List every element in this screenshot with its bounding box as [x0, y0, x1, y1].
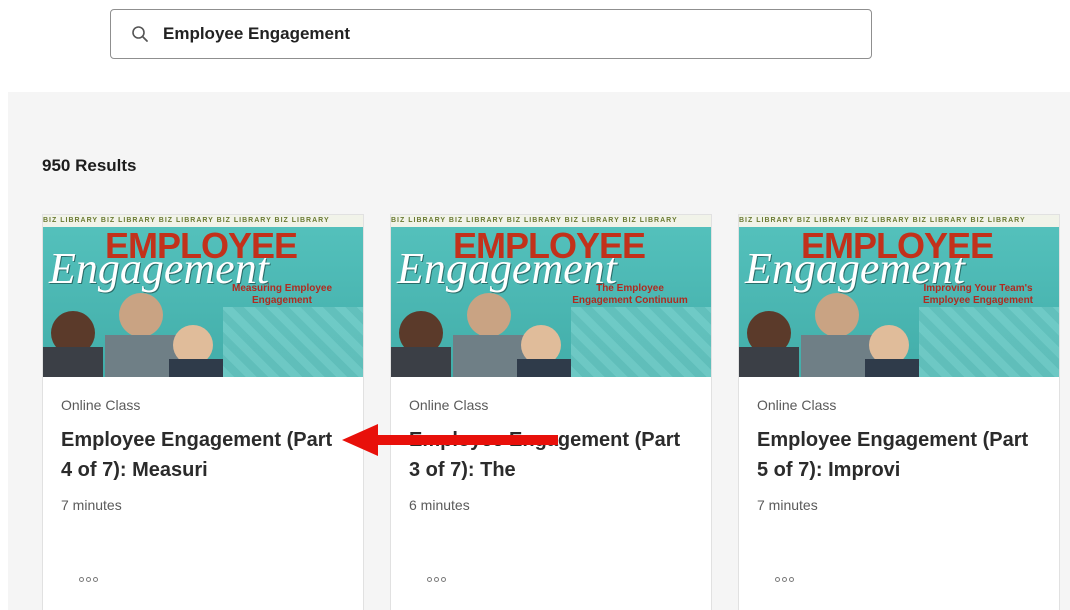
card-type: Online Class	[61, 397, 141, 413]
course-thumbnail[interactable]: BIZ LIBRARY BIZ LIBRARY BIZ LIBRARY BIZ …	[391, 215, 711, 377]
search-bar[interactable]	[110, 9, 872, 59]
card-title[interactable]: Employee Engagement (Part 5 of 7): Impro…	[757, 425, 1041, 485]
more-options-icon[interactable]	[775, 577, 794, 582]
annotation-arrow-icon	[342, 424, 558, 456]
thumbnail-big-text: EMPLOYEE	[105, 225, 298, 266]
title-fade	[961, 455, 1041, 485]
course-thumbnail[interactable]: BIZ LIBRARY BIZ LIBRARY BIZ LIBRARY BIZ …	[739, 215, 1059, 377]
card-duration: 6 minutes	[409, 497, 470, 513]
card-duration: 7 minutes	[61, 497, 122, 513]
thumbnail-subtitle: Measuring Employee Engagement	[231, 283, 333, 306]
search-icon	[131, 25, 149, 43]
results-panel: 950 Results BIZ LIBRARY BIZ LIBRARY BIZ …	[8, 92, 1070, 610]
result-card[interactable]: BIZ LIBRARY BIZ LIBRARY BIZ LIBRARY BIZ …	[42, 214, 364, 610]
card-type: Online Class	[409, 397, 489, 413]
result-card[interactable]: BIZ LIBRARY BIZ LIBRARY BIZ LIBRARY BIZ …	[738, 214, 1060, 610]
title-fade	[265, 455, 345, 485]
results-count: 950 Results	[42, 156, 137, 175]
page: 950 Results BIZ LIBRARY BIZ LIBRARY BIZ …	[0, 0, 1070, 610]
thumbnail-subtitle: The Employee Engagement Continuum	[572, 283, 688, 306]
card-body: Online Class Employee Engagement (Part 5…	[739, 377, 1059, 513]
thumbnail-subtitle: Improving Your Team's Employee Engagemen…	[922, 283, 1034, 306]
thumbnail-big-text: EMPLOYEE	[801, 225, 994, 266]
card-type: Online Class	[757, 397, 837, 413]
result-card[interactable]: BIZ LIBRARY BIZ LIBRARY BIZ LIBRARY BIZ …	[390, 214, 712, 610]
more-options-icon[interactable]	[427, 577, 446, 582]
search-input[interactable]	[163, 19, 871, 49]
card-duration: 7 minutes	[757, 497, 818, 513]
thumbnail-big-text: EMPLOYEE	[453, 225, 646, 266]
more-options-icon[interactable]	[79, 577, 98, 582]
course-thumbnail[interactable]: BIZ LIBRARY BIZ LIBRARY BIZ LIBRARY BIZ …	[43, 215, 363, 377]
card-title[interactable]: Employee Engagement (Part 4 of 7): Measu…	[61, 425, 345, 485]
card-body: Online Class Employee Engagement (Part 4…	[43, 377, 363, 513]
